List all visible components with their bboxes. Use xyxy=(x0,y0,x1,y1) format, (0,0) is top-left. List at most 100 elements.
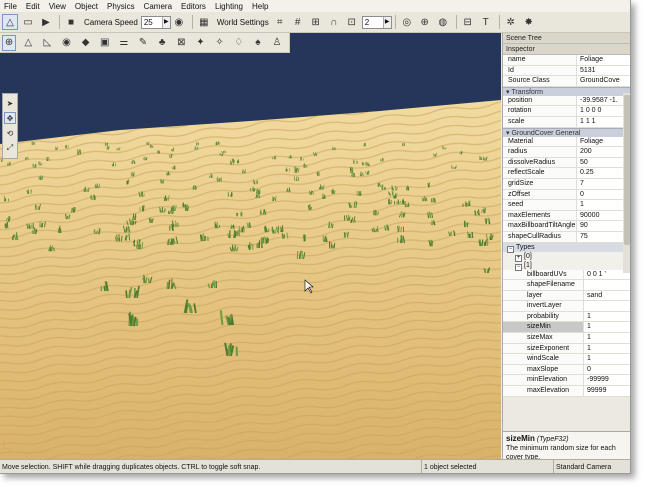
object-transform-icon[interactable]: ⊕ xyxy=(2,34,17,51)
property-value[interactable]: GroundCove xyxy=(576,76,630,86)
world-editor-icon[interactable]: △ xyxy=(2,14,18,30)
property-value[interactable]: -99999 xyxy=(583,375,630,386)
center-icon[interactable]: ◎ xyxy=(399,14,415,30)
mesh-icon[interactable]: ⊠ xyxy=(174,35,188,51)
play-icon[interactable]: ▶ xyxy=(38,14,54,30)
groundcover-section[interactable]: ▾ GroundCover General xyxy=(503,127,630,137)
rotate-icon[interactable]: ⟲ xyxy=(4,127,16,139)
world-settings-icon[interactable]: ▦ xyxy=(196,14,212,30)
scrollbar-thumb[interactable] xyxy=(624,95,630,245)
terrain-raise-icon[interactable]: △ xyxy=(21,35,35,51)
property-value[interactable]: 1 xyxy=(583,311,630,322)
property-row[interactable]: layer sand xyxy=(503,290,630,302)
property-row[interactable]: sizeMax 1 xyxy=(503,333,630,344)
grid-snap-icon[interactable]: # xyxy=(290,14,306,30)
collapse-icon[interactable]: − xyxy=(507,245,514,253)
property-row[interactable]: reflectScale 0.25 xyxy=(503,168,630,179)
cube-icon[interactable]: ◆ xyxy=(79,35,93,51)
property-row[interactable]: Id 5131 xyxy=(503,65,630,77)
camera-icon[interactable]: ■ xyxy=(63,14,79,30)
property-row[interactable]: invertLayer xyxy=(503,301,630,312)
property-row[interactable]: dissolveRadius 50 xyxy=(503,157,630,169)
property-row[interactable]: Source Class GroundCove xyxy=(503,76,630,87)
foliage-icon[interactable]: ♣ xyxy=(155,35,169,51)
property-value[interactable]: 99999 xyxy=(583,386,630,396)
property-row[interactable]: minElevation -99999 xyxy=(503,375,630,387)
property-row[interactable]: maxElevation 99999 xyxy=(503,386,630,397)
scale-icon[interactable]: ⤢ xyxy=(4,142,16,154)
property-value[interactable] xyxy=(583,280,630,290)
transform-section[interactable]: ▾ Transform xyxy=(503,86,630,96)
property-value[interactable]: 5131 xyxy=(576,65,630,76)
globe-icon[interactable]: ◉ xyxy=(59,35,73,51)
paint-icon[interactable]: ✦ xyxy=(193,35,207,51)
chevron-right-icon[interactable]: ▶ xyxy=(382,16,391,28)
menu-file[interactable]: File xyxy=(4,2,17,11)
fit-camera-icon[interactable]: ⊟ xyxy=(460,14,476,30)
property-row[interactable]: zOffset 0 xyxy=(503,189,630,201)
type-1-node[interactable]: − [1] xyxy=(503,260,630,271)
property-row[interactable]: windScale 1 xyxy=(503,354,630,365)
inspector-title[interactable]: Inspector xyxy=(503,44,630,55)
gui-editor-icon[interactable]: ▭ xyxy=(20,14,36,30)
property-value[interactable]: 1 xyxy=(583,322,630,333)
menu-help[interactable]: Help xyxy=(252,2,268,11)
types-node[interactable]: − Types xyxy=(503,242,630,253)
chevron-right-icon[interactable]: ▶ xyxy=(161,16,170,28)
property-value[interactable]: 1 xyxy=(583,354,630,364)
select-arrow-icon[interactable]: ➤ xyxy=(4,97,16,109)
property-row[interactable]: maxBillboardTiltAngle 90 xyxy=(503,221,630,232)
move-icon[interactable]: ✥ xyxy=(4,112,16,124)
3d-viewport[interactable]: ⊕ △ ◺ ◉ ◆ ▣ ⚌ ✎ ♣ ⊠ ✦ ✧ ♢ ♠ ♙ ➤ ✥ ⟲ ⤢ xyxy=(0,33,501,459)
menu-view[interactable]: View xyxy=(49,2,66,11)
property-value[interactable]: Foliage xyxy=(576,55,630,65)
property-row[interactable]: position -39.9587 -1. xyxy=(503,95,630,107)
property-row[interactable]: sizeMin 1 xyxy=(503,322,630,334)
brush-icon[interactable]: ✎ xyxy=(136,35,150,51)
figure-icon[interactable]: ♙ xyxy=(270,35,284,51)
property-value[interactable]: 1 xyxy=(583,333,630,343)
world-settings-label[interactable]: World Settings xyxy=(217,18,269,27)
property-row[interactable]: shapeFilename xyxy=(503,280,630,291)
pivot-icon[interactable]: ⊕ xyxy=(417,14,433,30)
menu-object[interactable]: Object xyxy=(75,2,98,11)
property-row[interactable]: seed 1 xyxy=(503,200,630,211)
menu-physics[interactable]: Physics xyxy=(107,2,135,11)
property-row[interactable]: sizeExponent 1 xyxy=(503,343,630,355)
camera-speed-field[interactable]: 25 ▶ xyxy=(140,15,171,29)
film-icon[interactable]: ▣ xyxy=(98,35,112,51)
type-0-node[interactable]: + [0] xyxy=(503,251,630,262)
property-row[interactable]: billboardUVs 0 0 1 ' xyxy=(503,269,630,281)
object-snap-icon[interactable]: ⊞ xyxy=(308,14,324,30)
property-row[interactable]: probability 1 xyxy=(503,311,630,323)
scene-tree-title[interactable]: Scene Tree xyxy=(503,33,630,44)
menu-editors[interactable]: Editors xyxy=(181,2,206,11)
menu-edit[interactable]: Edit xyxy=(26,2,40,11)
property-value[interactable] xyxy=(583,301,630,311)
menu-lighting[interactable]: Lighting xyxy=(215,2,243,11)
lighting-icon[interactable]: ✸ xyxy=(521,14,537,30)
property-row[interactable]: gridSize 7 xyxy=(503,178,630,190)
spray-icon[interactable]: ✧ xyxy=(213,35,227,51)
property-row[interactable]: maxElements 90000 xyxy=(503,210,630,222)
property-value[interactable]: sand xyxy=(583,290,630,301)
property-row[interactable]: shapeCullRadius 75 xyxy=(503,231,630,243)
property-row[interactable]: Material Foliage xyxy=(503,136,630,148)
menu-camera[interactable]: Camera xyxy=(144,2,172,11)
forest-icon[interactable]: ♠ xyxy=(251,35,265,51)
bounds-icon[interactable]: ⊡ xyxy=(344,14,360,30)
property-row[interactable]: name Foliage xyxy=(503,55,630,66)
decal-icon[interactable]: ♢ xyxy=(232,35,246,51)
property-value[interactable]: 1 xyxy=(583,343,630,354)
snap-toggle-icon[interactable]: ⌗ xyxy=(272,14,288,30)
snap-field[interactable]: 2 ▶ xyxy=(361,15,392,29)
road-icon[interactable]: ⚌ xyxy=(117,35,131,51)
visibility-eye-icon[interactable]: ◉ xyxy=(171,14,187,30)
property-row[interactable]: radius 200 xyxy=(503,147,630,158)
property-row[interactable]: rotation 1 0 0 0 xyxy=(503,106,630,117)
magnet-icon[interactable]: ∩ xyxy=(326,14,342,30)
property-value[interactable]: 0 xyxy=(583,364,630,375)
property-row[interactable]: maxSlope 0 xyxy=(503,364,630,376)
inspector-scrollbar[interactable] xyxy=(623,93,630,273)
orient-icon[interactable]: ◍ xyxy=(435,14,451,30)
